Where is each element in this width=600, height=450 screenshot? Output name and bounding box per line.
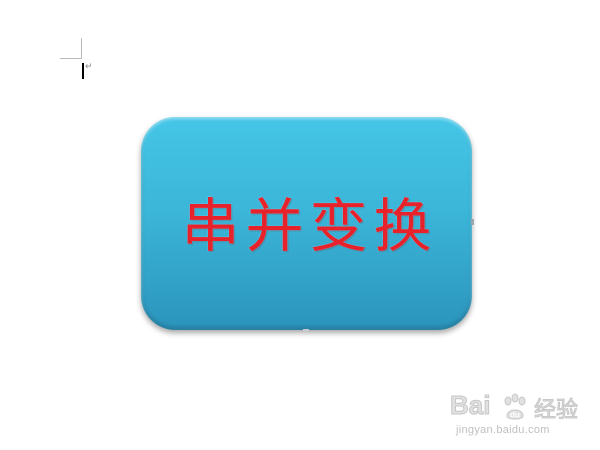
paragraph-mark: ↵ — [85, 62, 93, 72]
page-corner-mark-horizontal — [60, 58, 82, 59]
page-corner-mark-vertical — [81, 38, 82, 59]
watermark-brand-right: 经验 — [533, 398, 579, 424]
shape-resize-handle-right[interactable] — [471, 219, 474, 225]
shape-resize-handle-bottom[interactable] — [303, 329, 309, 332]
watermark-brand-left: Bai — [449, 390, 491, 421]
text-cursor — [82, 63, 84, 79]
baidu-jingyan-watermark: Bai du 经验 jingyan.baidu.com — [449, 390, 580, 437]
baidu-paw-icon: du — [504, 393, 526, 420]
document-page[interactable]: ↵ 串并变换 Bai du 经验 jingyan.baidu.com — [0, 0, 600, 450]
paw-letters: du — [510, 411, 520, 420]
shape-text[interactable]: 串并变换 — [181, 179, 437, 263]
rounded-rectangle-shape[interactable]: 串并变换 — [141, 117, 472, 330]
watermark-logo: Bai du 经验 — [449, 390, 580, 426]
